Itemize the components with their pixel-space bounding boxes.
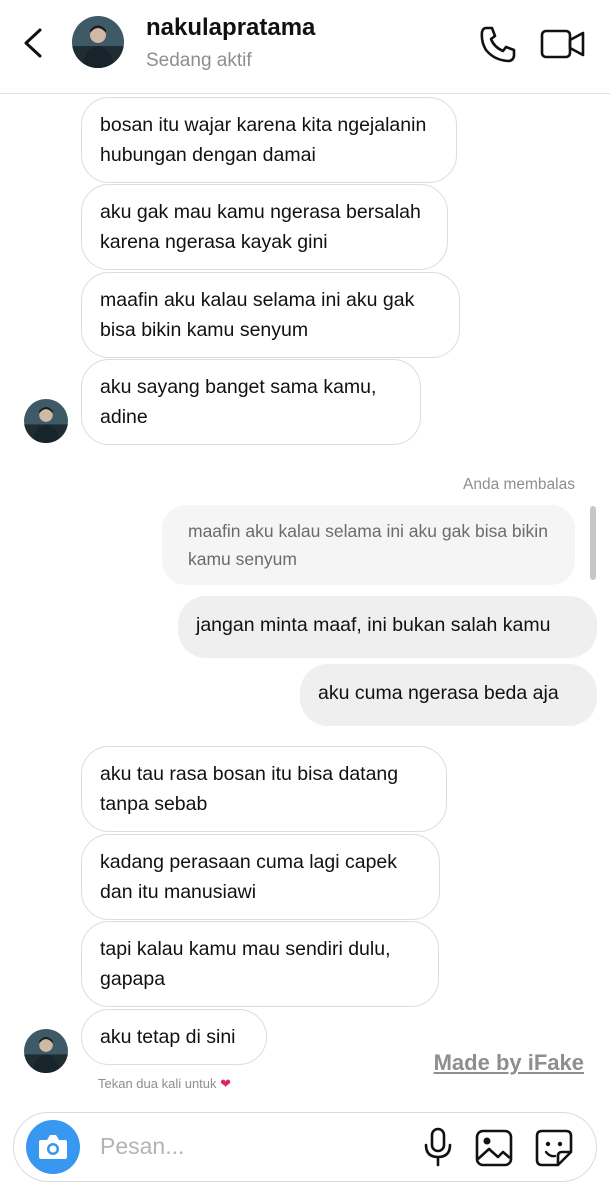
received-message[interactable]: aku tetap di sini bbox=[81, 1009, 267, 1065]
message-input[interactable]: Pesan... bbox=[100, 1133, 184, 1160]
phone-icon[interactable] bbox=[478, 24, 518, 64]
watermark: Made by iFake bbox=[433, 1050, 584, 1075]
reply-label: Anda membalas bbox=[462, 476, 575, 493]
message-composer: Pesan... bbox=[13, 1112, 597, 1182]
received-message[interactable]: aku sayang banget sama kamu, adine bbox=[81, 359, 421, 445]
received-message[interactable]: kadang perasaan cuma lagi capek dan itu … bbox=[81, 834, 440, 920]
chevron-left-icon[interactable] bbox=[18, 26, 50, 60]
chat-username[interactable]: nakulapratama bbox=[146, 14, 315, 42]
active-status: Sedang aktif bbox=[146, 50, 252, 71]
quoted-message[interactable]: maafin aku kalau selama ini aku gak bisa… bbox=[162, 505, 575, 585]
sticker-icon[interactable] bbox=[534, 1128, 574, 1168]
sent-message[interactable]: aku cuma ngerasa beda aja bbox=[300, 664, 597, 726]
camera-button[interactable] bbox=[26, 1120, 80, 1174]
microphone-icon[interactable] bbox=[422, 1127, 454, 1167]
received-message[interactable]: aku tau rasa bosan itu bisa datang tanpa… bbox=[81, 746, 447, 832]
chat-header: nakulapratama Sedang aktif bbox=[0, 0, 610, 94]
avatar[interactable] bbox=[72, 16, 124, 68]
received-message[interactable]: tapi kalau kamu mau sendiri dulu, gapapa bbox=[81, 921, 439, 1007]
sender-avatar[interactable] bbox=[24, 399, 68, 443]
scrollbar[interactable] bbox=[590, 506, 596, 580]
received-message[interactable]: bosan itu wajar karena kita ngejalanin h… bbox=[81, 97, 457, 183]
gallery-icon[interactable] bbox=[474, 1128, 514, 1168]
received-message[interactable]: maafin aku kalau selama ini aku gak bisa… bbox=[81, 272, 460, 358]
heart-icon: ❤ bbox=[220, 1076, 232, 1091]
sender-avatar[interactable] bbox=[24, 1029, 68, 1073]
sent-message[interactable]: jangan minta maaf, ini bukan salah kamu bbox=[178, 596, 597, 658]
received-message[interactable]: aku gak mau kamu ngerasa bersalah karena… bbox=[81, 184, 448, 270]
camera-icon bbox=[39, 1135, 67, 1159]
double-tap-hint: Tekan dua kali untuk ❤ bbox=[98, 1076, 232, 1091]
video-call-icon[interactable] bbox=[540, 26, 586, 62]
